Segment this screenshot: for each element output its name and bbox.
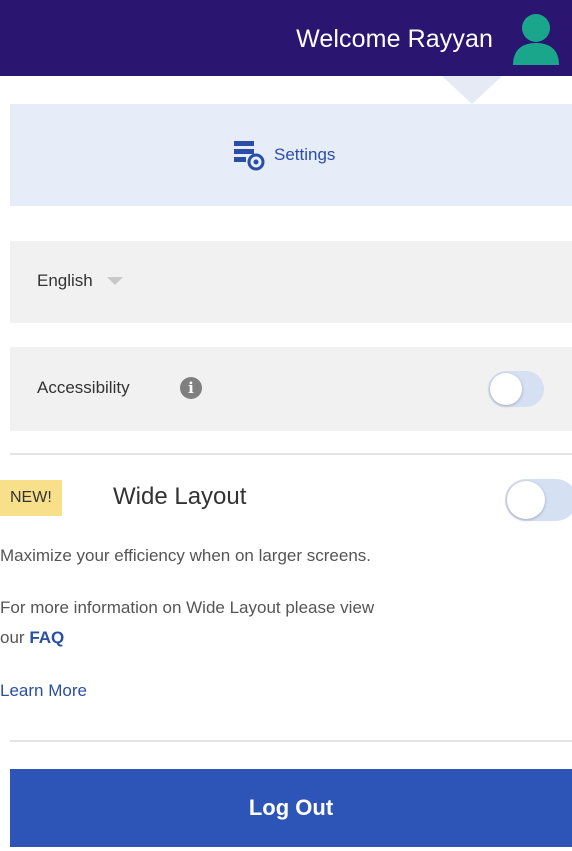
learn-more-link[interactable]: Learn More [0, 676, 87, 706]
wide-layout-info-line1: For more information on Wide Layout plea… [0, 598, 375, 617]
language-row: English [10, 241, 572, 323]
language-value: English [37, 271, 93, 290]
wide-layout-title: Wide Layout [113, 483, 247, 510]
wide-layout-info-line2: our FAQ [0, 623, 64, 653]
language-select[interactable]: English [37, 271, 123, 291]
divider [10, 453, 572, 455]
logout-button[interactable]: Log Out [10, 769, 572, 847]
settings-panel: Settings [10, 104, 572, 206]
accessibility-label: Accessibility [37, 378, 130, 397]
info-icon[interactable]: i [180, 377, 202, 399]
accessibility-toggle[interactable] [488, 371, 544, 407]
info-prefix: our [0, 628, 25, 647]
dropdown-pointer [442, 76, 502, 104]
welcome-message: Welcome Rayyan [296, 25, 493, 53]
divider [10, 740, 572, 742]
faq-link[interactable]: FAQ [29, 628, 64, 647]
wide-layout-description: Maximize your efficiency when on larger … [0, 546, 372, 565]
toggle-knob [507, 481, 545, 519]
toggle-knob [490, 373, 522, 405]
user-avatar-icon[interactable] [511, 13, 561, 65]
new-badge: NEW! [0, 480, 62, 516]
wide-layout-toggle[interactable] [505, 479, 572, 521]
top-header-bar: Welcome Rayyan [0, 0, 572, 76]
settings-link[interactable]: Settings [232, 139, 335, 171]
settings-label: Settings [274, 145, 336, 164]
accessibility-row: Accessibility i [10, 347, 572, 431]
settings-gear-icon [234, 141, 265, 171]
chevron-down-icon [106, 277, 123, 285]
